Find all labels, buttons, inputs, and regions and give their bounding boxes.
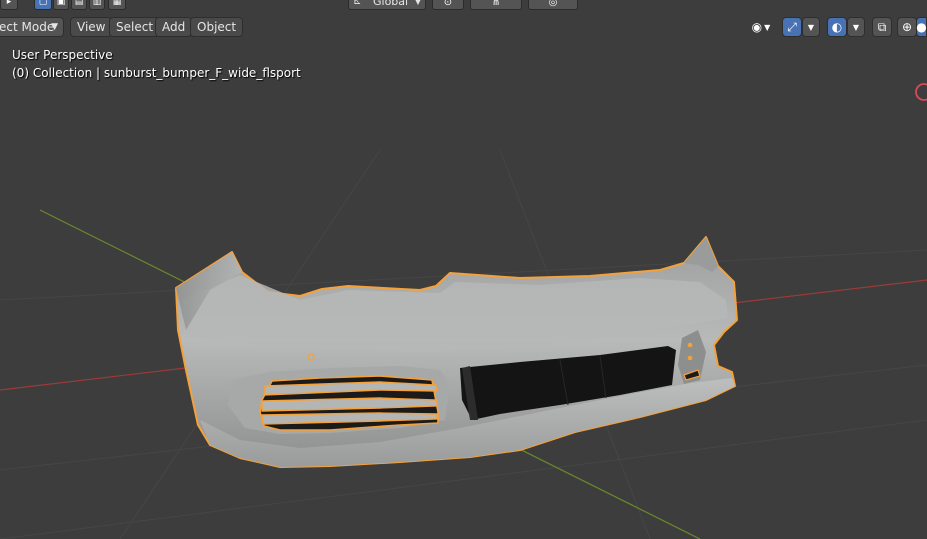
active-collection-label: (0) Collection | sunburst_bumper_F_wide_… [12, 66, 301, 80]
xray-icon: ⧉ [877, 19, 887, 34]
select-subtract-icon: ▤ [74, 0, 84, 7]
select-tool-button[interactable]: ▸ [0, 0, 18, 10]
3d-viewport[interactable] [0, 0, 927, 539]
menu-object[interactable]: Object [190, 17, 244, 37]
menu-select[interactable]: Select [109, 17, 161, 37]
gizmo-dropdown[interactable]: ▼ [802, 17, 820, 37]
gizmo-icon: ⤢ [787, 19, 797, 34]
solid-shading-icon: ● [916, 20, 927, 34]
chevron-down-icon: ▼ [414, 0, 421, 6]
cursor-icon: ▸ [6, 0, 12, 7]
menu-add[interactable]: Add [155, 17, 193, 37]
chevron-down-icon: ▼ [51, 22, 58, 32]
select-mode-intersect-button[interactable]: ▦ [108, 0, 126, 10]
orientation-axes-icon: ⊾ [353, 0, 362, 7]
select-extend-icon: ▣ [56, 0, 66, 7]
select-new-icon: ▢ [38, 0, 48, 7]
chevron-down-icon: ▼ [852, 22, 860, 32]
bumper-mesh[interactable] [175, 236, 738, 468]
orientation-label: Global [373, 0, 409, 8]
nav-gizmo-x-icon [915, 83, 927, 101]
snap-magnet-icon: ⋔ [491, 0, 501, 8]
wireframe-shading-icon: ⊕ [901, 20, 913, 34]
pivot-icon: ⊙ [443, 0, 453, 8]
viewport-header: ect Mode ▼ View Select Add Object ◉ ▼ ⤢ … [0, 16, 927, 38]
overlays-toggle[interactable]: ◐ [827, 17, 847, 37]
transform-orientation-select[interactable]: ⊾ Global ▼ [348, 0, 426, 10]
tool-settings-strip: ▸ ▢ ▣ ▤ ▥ ▦ ⊾ Global ▼ ⊙ ⋔ ◎ [0, 0, 927, 12]
select-mode-new-button[interactable]: ▢ [34, 0, 52, 10]
overlays-icon: ◐ [831, 20, 843, 34]
view-perspective-label: User Perspective [12, 48, 113, 62]
menu-view[interactable]: View [70, 17, 113, 37]
proportional-edit-toggle[interactable]: ◎ [528, 0, 578, 10]
select-invert-icon: ▥ [92, 0, 102, 7]
eye-icon: ◉ ▼ [751, 20, 771, 34]
pivot-point-select[interactable]: ⊙ [432, 0, 464, 10]
chevron-down-icon: ▼ [807, 22, 815, 32]
mode-label: ect Mode [0, 20, 55, 34]
overlays-dropdown[interactable]: ▼ [847, 17, 865, 37]
solid-shading-button[interactable]: ● [916, 17, 927, 37]
select-mode-invert-button[interactable]: ▥ [89, 0, 105, 10]
select-intersect-icon: ▦ [112, 0, 122, 7]
select-mode-extend-button[interactable]: ▣ [53, 0, 69, 10]
interaction-mode-select[interactable]: ect Mode ▼ [0, 17, 64, 37]
gizmo-toggle[interactable]: ⤢ [782, 17, 802, 37]
visibility-dropdown[interactable]: ◉ ▼ [745, 17, 777, 37]
viewport-canvas[interactable] [0, 0, 927, 539]
wireframe-shading-button[interactable]: ⊕ [897, 17, 917, 37]
proportional-edit-icon: ◎ [548, 0, 558, 8]
select-mode-subtract-button[interactable]: ▤ [71, 0, 87, 10]
snap-toggle[interactable]: ⋔ [470, 0, 522, 10]
xray-toggle[interactable]: ⧉ [872, 17, 892, 37]
